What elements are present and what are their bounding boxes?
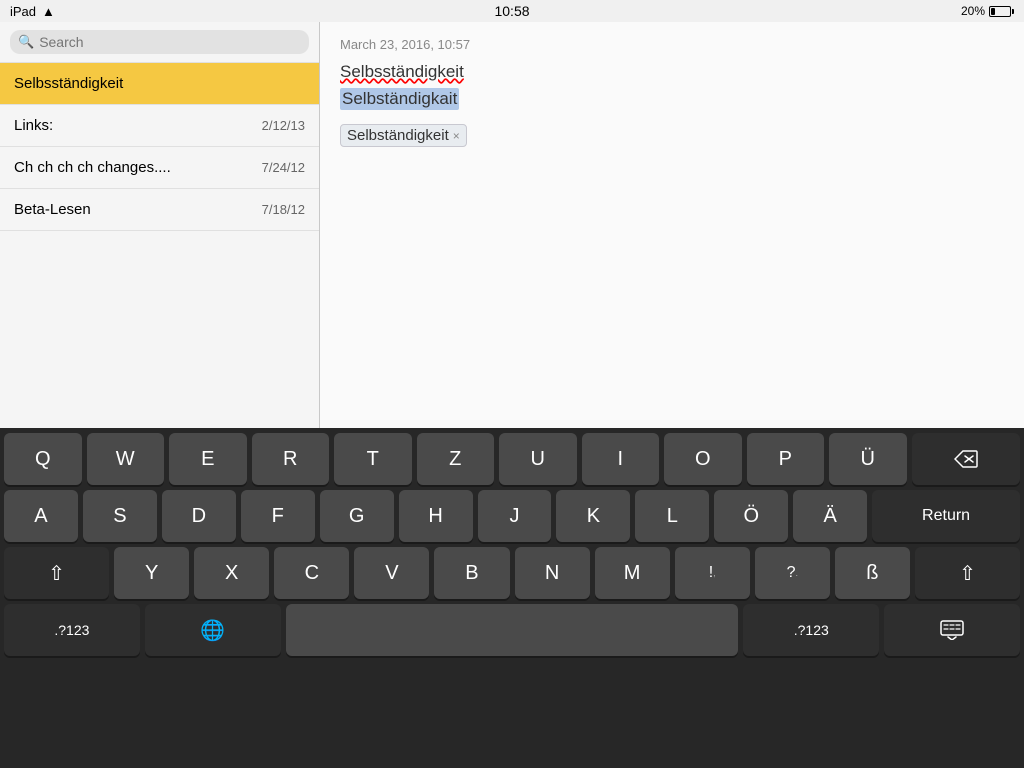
note-date-2: 7/24/12 [262, 160, 305, 175]
shift-left-key[interactable]: ⇧ [4, 547, 109, 599]
key-a[interactable]: A [4, 490, 78, 542]
wifi-icon: ▲ [42, 4, 55, 19]
note-date-3: 7/18/12 [262, 202, 305, 217]
note-item-0[interactable]: Selbsständigkeit [0, 63, 319, 105]
chip-close[interactable]: × [453, 129, 460, 143]
battery-icon [989, 6, 1014, 17]
note-title-2: Ch ch ch ch changes.... [14, 159, 171, 176]
note-item-1[interactable]: Links: 2/12/13 [0, 105, 319, 147]
search-bar[interactable]: 🔍 [10, 30, 309, 54]
key-w[interactable]: W [87, 433, 165, 485]
key-q[interactable]: Q [4, 433, 82, 485]
key-f[interactable]: F [241, 490, 315, 542]
key-x[interactable]: X [194, 547, 269, 599]
battery-percent: 20% [961, 4, 985, 18]
key-g[interactable]: G [320, 490, 394, 542]
key-r[interactable]: R [252, 433, 330, 485]
key-s[interactable]: S [83, 490, 157, 542]
content-area[interactable]: March 23, 2016, 10:57 Selbsständigkeit S… [320, 22, 1024, 428]
key-u[interactable]: U [499, 433, 577, 485]
status-time: 10:58 [494, 3, 529, 19]
key-j[interactable]: J [478, 490, 552, 542]
key-y[interactable]: Y [114, 547, 189, 599]
keyboard-row-2: A S D F G H J K L Ö Ä Return [0, 485, 1024, 542]
key-quest[interactable]: ?. [755, 547, 830, 599]
key-o[interactable]: O [664, 433, 742, 485]
globe-key[interactable]: 🌐 [145, 604, 281, 656]
content-line-1: Selbsständigkeit [340, 62, 1004, 82]
key-v[interactable]: V [354, 547, 429, 599]
num-key-right[interactable]: .?123 [743, 604, 879, 656]
main-container: 🔍 Selbsständigkeit Links: 2/12/13 Ch ch … [0, 22, 1024, 428]
key-ss[interactable]: ß [835, 547, 910, 599]
key-e[interactable]: E [169, 433, 247, 485]
keyboard-hide-key[interactable] [884, 604, 1020, 656]
shift-right-key[interactable]: ⇧ [915, 547, 1020, 599]
status-bar: iPad ▲ 10:58 20% [0, 0, 1024, 22]
key-d[interactable]: D [162, 490, 236, 542]
return-key[interactable]: Return [872, 490, 1020, 542]
key-b[interactable]: B [434, 547, 509, 599]
key-t[interactable]: T [334, 433, 412, 485]
search-bar-container: 🔍 [0, 22, 319, 63]
sidebar: 🔍 Selbsständigkeit Links: 2/12/13 Ch ch … [0, 22, 320, 428]
note-item-3[interactable]: Beta-Lesen 7/18/12 [0, 189, 319, 231]
space-key[interactable] [286, 604, 739, 656]
search-input[interactable] [39, 34, 301, 50]
key-c[interactable]: C [274, 547, 349, 599]
note-date-1: 2/12/13 [262, 118, 305, 133]
keyboard-row-4: .?123 🌐 .?123 [0, 599, 1024, 662]
key-h[interactable]: H [399, 490, 473, 542]
key-z[interactable]: Z [417, 433, 495, 485]
note-title-1: Links: [14, 117, 53, 134]
backspace-key[interactable] [912, 433, 1021, 485]
note-title-3: Beta-Lesen [14, 201, 91, 218]
key-oe[interactable]: Ö [714, 490, 788, 542]
keyboard-row-3: ⇧ Y X C V B N M !, ?. ß ⇧ [0, 542, 1024, 599]
chip-text: Selbständigkeit [347, 127, 449, 144]
content-date: March 23, 2016, 10:57 [340, 37, 1004, 52]
key-k[interactable]: K [556, 490, 630, 542]
key-m[interactable]: M [595, 547, 670, 599]
content-line-2[interactable]: Selbständigkait [340, 88, 459, 110]
num-key-left[interactable]: .?123 [4, 604, 140, 656]
key-i[interactable]: I [582, 433, 660, 485]
key-ae[interactable]: Ä [793, 490, 867, 542]
status-left: iPad ▲ [10, 4, 55, 19]
key-excl[interactable]: !, [675, 547, 750, 599]
device-label: iPad [10, 4, 36, 19]
key-ue[interactable]: Ü [829, 433, 907, 485]
note-title-0: Selbsständigkeit [14, 75, 123, 92]
key-n[interactable]: N [515, 547, 590, 599]
key-p[interactable]: P [747, 433, 825, 485]
autocorrect-chip[interactable]: Selbständigkeit × [340, 124, 467, 147]
keyboard: Q W E R T Z U I O P Ü A S D F G H J K L … [0, 428, 1024, 768]
status-right: 20% [961, 4, 1014, 18]
search-icon: 🔍 [18, 34, 34, 50]
key-l[interactable]: L [635, 490, 709, 542]
note-item-2[interactable]: Ch ch ch ch changes.... 7/24/12 [0, 147, 319, 189]
keyboard-row-1: Q W E R T Z U I O P Ü [0, 428, 1024, 485]
